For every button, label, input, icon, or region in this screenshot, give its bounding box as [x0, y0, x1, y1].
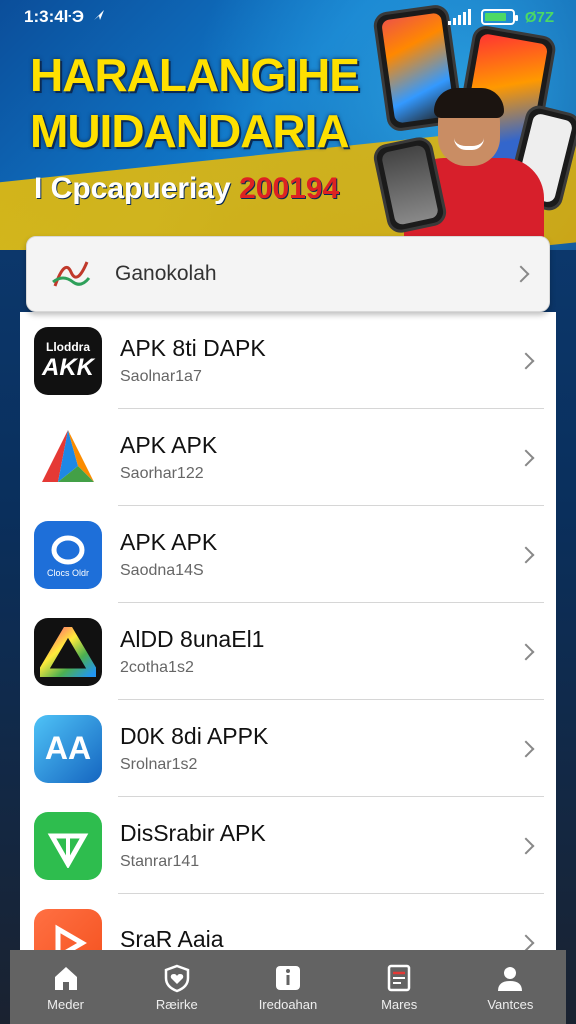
app-subtitle: Srolnar1s2	[120, 756, 198, 773]
home-icon	[54, 966, 77, 990]
nav-label: Iredoahan	[258, 996, 318, 1012]
chevron-right-icon	[517, 546, 535, 563]
app-icon-top-text: Lloddra	[46, 339, 90, 354]
chevron-right-icon	[512, 265, 530, 283]
app-list: Lloddra AKK APK 8ti DAPK Saolnar1a7 APK …	[20, 312, 556, 952]
nav-label: Vantces	[487, 996, 534, 1012]
app-title: D0K 8di APPK	[120, 723, 269, 749]
signal-strength-icon	[447, 9, 471, 25]
navigation-arrow-icon	[92, 7, 106, 27]
nav-item-home[interactable]: Meder	[16, 963, 116, 1012]
chevron-right-icon	[517, 643, 535, 660]
nav-item-favorites[interactable]: Ræirke	[127, 963, 227, 1012]
app-title: APK APK	[120, 529, 218, 555]
banner-subtitle: I Cpcapueriay 200194	[34, 172, 339, 206]
nav-label: Ræirke	[155, 996, 198, 1012]
blue-aa-icon: AA	[34, 714, 102, 783]
bottom-navigation: Meder Ræirke Iredoahan Mares Vantces	[10, 950, 566, 1024]
chevron-right-icon	[517, 740, 535, 757]
status-bar: 1:3:4ŀЭ Ø7Z	[0, 0, 576, 34]
info-icon	[275, 965, 300, 990]
banner-subtitle-text: I Cpcapueriay	[34, 172, 231, 205]
battery-percent: Ø7Z	[524, 8, 554, 26]
nav-label: Meder	[47, 996, 85, 1012]
person-icon	[498, 966, 523, 991]
blue-ring-icon: Clocs Oldr	[34, 520, 102, 589]
list-item[interactable]: DisSrabir APK Stanrar141	[20, 797, 556, 894]
chevron-right-icon	[517, 449, 535, 466]
banner-title-line1: HARALANGIHE	[30, 49, 360, 101]
app-title: APK APK	[120, 432, 218, 458]
brand-logo-icon	[52, 261, 91, 287]
app-title: APK 8ti DAPK	[120, 335, 266, 361]
nav-item-profile[interactable]: Vantces	[460, 963, 560, 1012]
nav-item-documents[interactable]: Mares	[349, 963, 449, 1012]
featured-search-card[interactable]: Ganokolah	[26, 236, 550, 312]
triangle-prism-icon	[34, 423, 102, 492]
app-title: AlDD 8unaEl1	[120, 626, 265, 652]
app-title: SraR Aaia	[120, 926, 224, 952]
status-time: 1:3:4ŀЭ	[24, 7, 84, 26]
app-subtitle: Saolnar1a7	[120, 368, 202, 385]
app-title: DisSrabir APK	[120, 820, 266, 846]
list-item[interactable]: Clocs Oldr APK APK Saodna14S	[20, 506, 556, 603]
phone-frame: HARALANGIHE MUIDANDARIA I Cpcapueriay 20…	[0, 0, 576, 1024]
app-subtitle: 2cotha1s2	[120, 659, 194, 676]
chevron-right-icon	[517, 837, 535, 854]
document-icon	[387, 964, 411, 991]
app-icon-text: AA	[44, 730, 92, 766]
chevron-right-icon	[517, 352, 535, 369]
list-item[interactable]: APK APK Saorhar122	[20, 409, 556, 506]
nav-label: Mares	[381, 996, 418, 1012]
app-icon-text: Clocs Oldr	[46, 567, 89, 578]
app-subtitle: Stanrar141	[120, 853, 200, 870]
nav-item-info[interactable]: Iredoahan	[238, 963, 338, 1012]
orange-play-icon	[34, 908, 102, 952]
banner-subtitle-year: 200194	[239, 172, 340, 205]
list-item[interactable]: AA D0K 8di APPK Srolnar1s2	[20, 700, 556, 797]
featured-card-label: Ganokolah	[115, 262, 217, 285]
list-item[interactable]: SraR Aaia	[20, 894, 556, 952]
list-item[interactable]: Lloddra AKK APK 8ti DAPK Saolnar1a7	[20, 312, 556, 409]
app-subtitle: Saodna14S	[120, 562, 204, 579]
black-apk-icon: Lloddra AKK	[34, 326, 102, 395]
app-subtitle: Saorhar122	[120, 465, 204, 482]
heart-shield-icon	[164, 964, 190, 992]
chevron-right-icon	[517, 934, 535, 951]
promo-banner[interactable]: HARALANGIHE MUIDANDARIA I Cpcapueriay 20…	[0, 0, 576, 250]
battery-icon	[480, 9, 518, 25]
rainbow-triangle-icon	[34, 617, 102, 686]
banner-title-line2: MUIDANDARIA	[30, 105, 350, 157]
list-item[interactable]: AlDD 8unaEl1 2cotha1s2	[20, 603, 556, 700]
app-icon-text: AKK	[42, 353, 94, 381]
green-shield-icon	[34, 811, 102, 880]
